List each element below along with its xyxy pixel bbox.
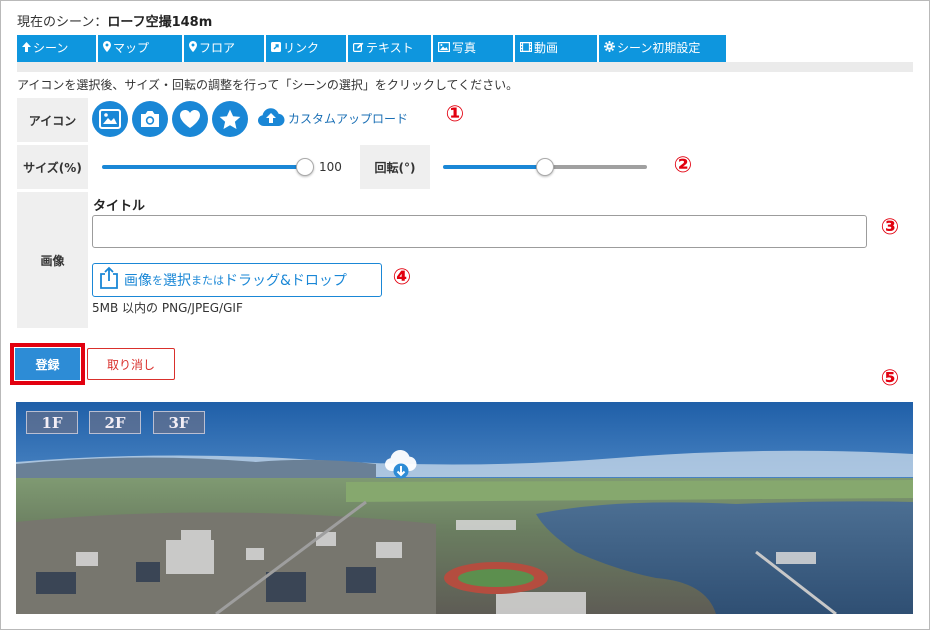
file-size-hint: 5MB 以内の PNG/JPEG/GIF [92, 301, 243, 315]
tab-label: テキスト [366, 41, 414, 55]
marker-2: ② [670, 153, 696, 179]
rotation-label: 回転(°) [360, 145, 430, 189]
size-slider-thumb[interactable] [296, 158, 314, 176]
marker-5: ⑤ [877, 366, 903, 392]
drop-text-select: 選択 [163, 273, 191, 289]
size-value: 100 [319, 160, 342, 174]
image-drop-button[interactable]: 画像を選択 または ドラッグ&ドロップ [92, 263, 382, 297]
image-icon [438, 36, 451, 62]
tab-photo[interactable]: 写真 [433, 35, 513, 62]
tab-label: シーン [33, 41, 69, 55]
icon-option-heart[interactable] [172, 101, 208, 137]
rotation-slider-thumb[interactable] [536, 158, 554, 176]
title-input[interactable] [92, 215, 867, 248]
icon-row-label: アイコン [17, 98, 88, 142]
tab-label: シーン初期設定 [617, 41, 701, 55]
edit-icon [353, 36, 364, 62]
image-label: 画像 [17, 192, 88, 328]
instruction-text: アイコンを選択後、サイズ・回転の調整を行って「シーンの選択」をクリックしてくださ… [17, 78, 519, 92]
marker-4: ④ [389, 265, 415, 291]
panorama-image [16, 402, 913, 614]
marker-3-text: ③ [880, 215, 900, 240]
tab-label: フロア [199, 41, 236, 55]
tab-floor[interactable]: フロア [184, 35, 264, 62]
tab-map[interactable]: マップ [98, 35, 182, 62]
icon-option-star[interactable] [212, 101, 248, 137]
icon-option-image[interactable] [92, 101, 128, 137]
marker-2-text: ② [673, 153, 693, 178]
tab-label: マップ [113, 41, 150, 55]
drop-text-image: 画像 [124, 273, 152, 289]
map-pin-icon [189, 36, 197, 62]
icon-option-camera[interactable] [132, 101, 168, 137]
marker-5-text: ⑤ [880, 366, 900, 391]
marker-3: ③ [877, 215, 903, 241]
share-upload-icon [99, 266, 124, 294]
marker-1: ① [442, 102, 468, 128]
cloud-upload-icon [257, 107, 288, 130]
map-pin-icon [103, 36, 111, 62]
panorama-hotspot[interactable] [383, 447, 419, 483]
tab-text[interactable]: テキスト [348, 35, 431, 62]
image-icon [99, 109, 121, 129]
title-field-label: タイトル [93, 199, 146, 214]
arrow-up-icon [22, 36, 31, 62]
current-scene-name: ローフ空撮148m [107, 15, 213, 30]
cancel-button[interactable]: 取り消し [87, 348, 175, 380]
tab-scene[interactable]: シーン [17, 35, 96, 62]
drop-text-particle: を [152, 274, 163, 287]
page-frame: 現在のシーン：ローフ空撮148m シーン マップ フロア リンク テキスト 写真… [0, 0, 930, 630]
register-button[interactable]: 登録 [15, 348, 80, 380]
floor-button-2f[interactable]: 2F [89, 411, 141, 434]
panorama-viewer[interactable]: 1F 2F 3F [16, 402, 913, 614]
drop-text-or: または [191, 274, 224, 287]
tab-label: 写真 [452, 41, 477, 55]
gear-icon [604, 36, 615, 62]
camera-icon [139, 110, 161, 128]
star-icon [219, 109, 241, 130]
custom-upload-link[interactable]: カスタムアップロード [257, 107, 408, 129]
tab-label: リンク [283, 41, 320, 55]
size-label: サイズ(%) [17, 145, 88, 189]
rotation-slider-filled[interactable] [443, 165, 546, 169]
current-scene: 現在のシーン：ローフ空撮148m [17, 11, 212, 30]
size-slider-track[interactable] [102, 165, 305, 169]
drop-text-dragdrop: ドラッグ&ドロップ [224, 273, 347, 289]
tab-label: 動画 [534, 41, 559, 55]
floor-button-3f[interactable]: 3F [153, 411, 205, 434]
film-icon [520, 36, 533, 62]
marker-1-text: ① [445, 102, 465, 127]
tab-bar-underline [17, 62, 913, 72]
link-square-icon [271, 36, 281, 62]
marker-4-text: ④ [392, 265, 412, 290]
tab-video[interactable]: 動画 [515, 35, 597, 62]
heart-icon [179, 109, 201, 129]
rotation-slider-track[interactable] [546, 165, 647, 169]
floor-button-1f[interactable]: 1F [26, 411, 78, 434]
custom-upload-label: カスタムアップロード [288, 111, 409, 126]
cloud-download-icon [383, 450, 419, 483]
current-scene-prefix: 現在のシーン： [17, 15, 108, 30]
tab-link[interactable]: リンク [266, 35, 346, 62]
tab-scene-settings[interactable]: シーン初期設定 [599, 35, 726, 62]
